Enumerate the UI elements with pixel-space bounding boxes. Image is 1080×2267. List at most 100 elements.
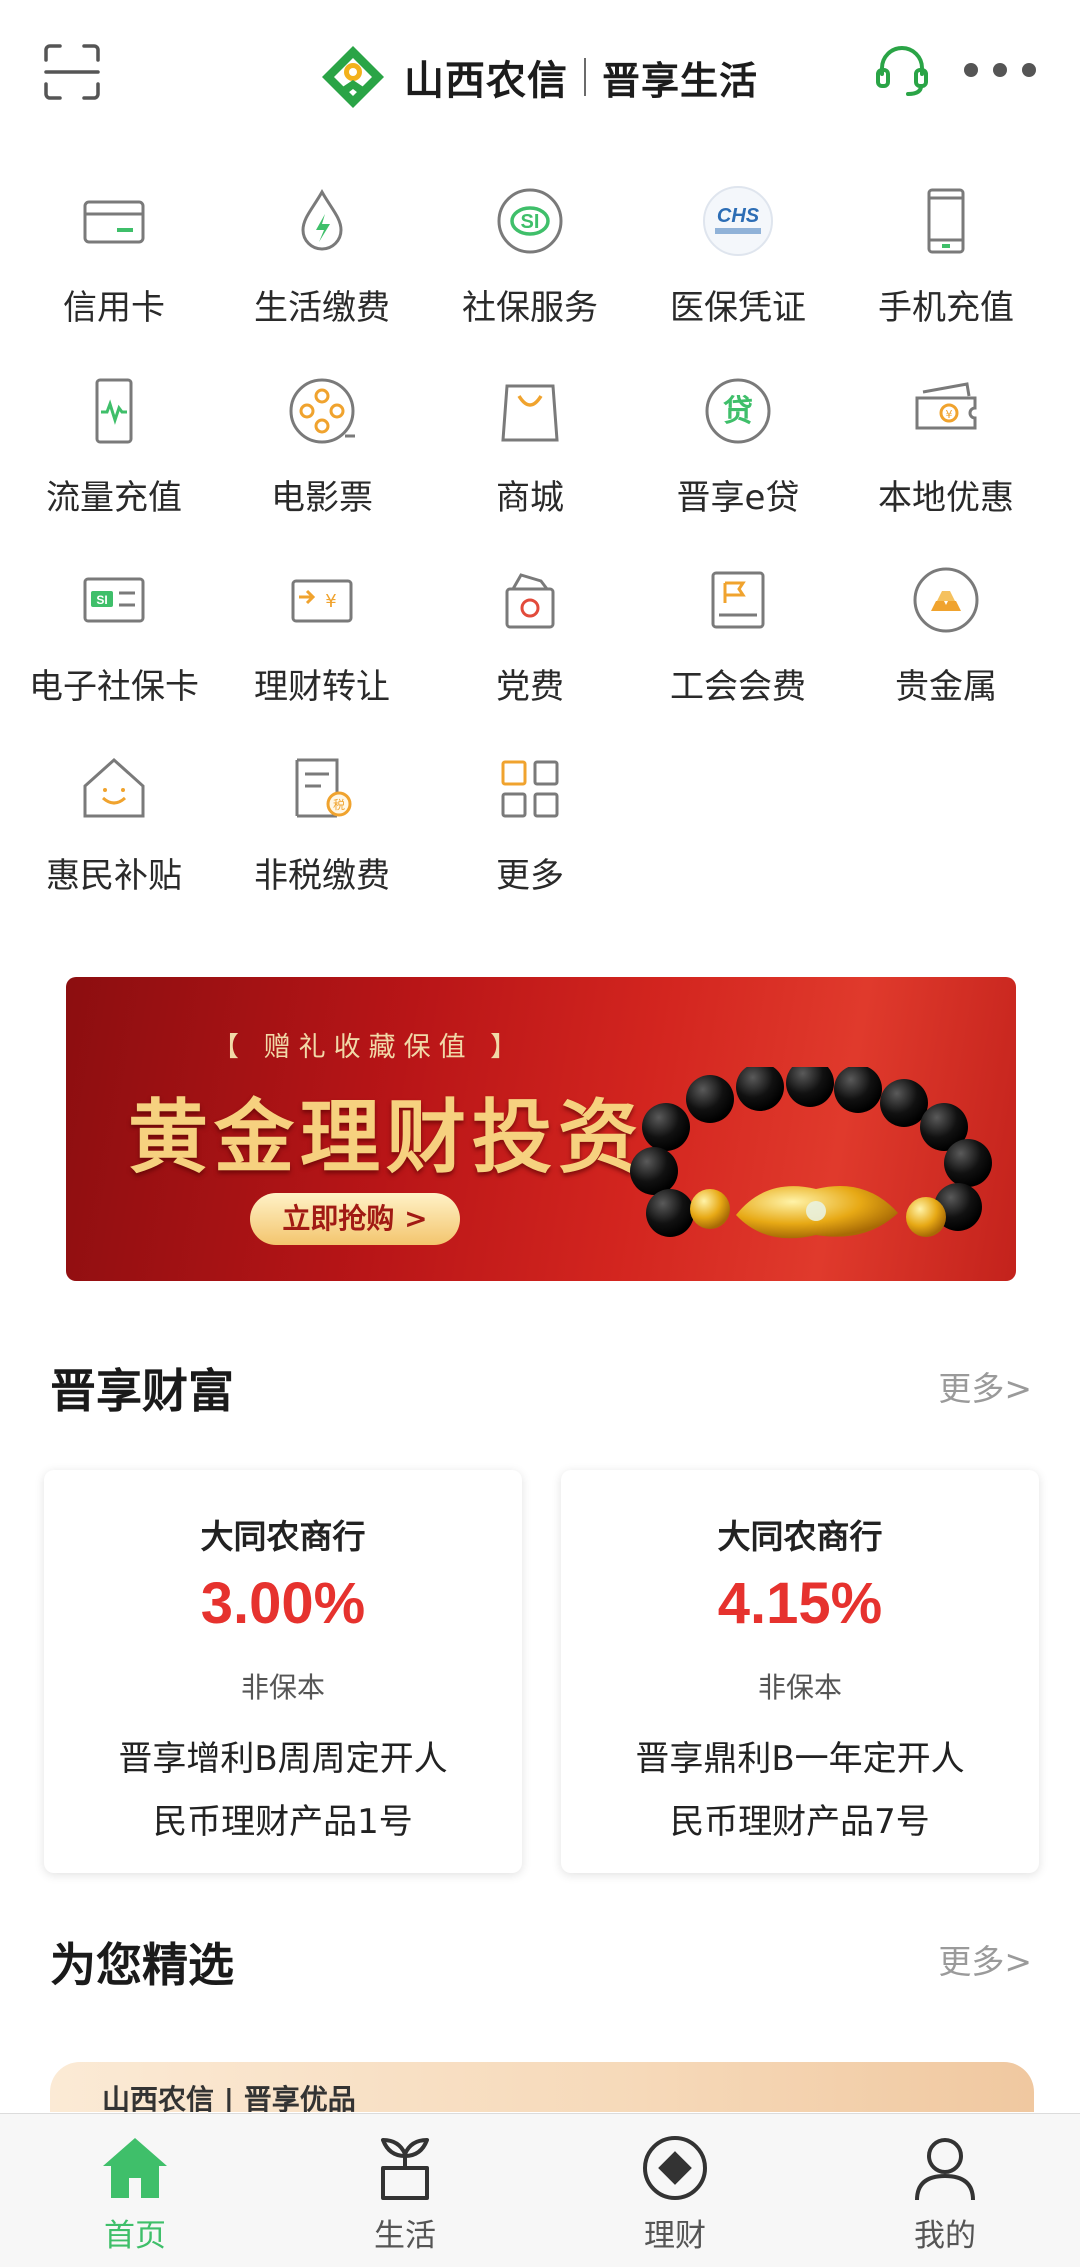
service-label: 晋享e贷	[676, 478, 800, 518]
product-bank: 大同农商行	[717, 1517, 883, 1556]
service-label: 商城	[496, 478, 564, 518]
service-social-security[interactable]: SI 社保服务	[430, 184, 630, 334]
service-label: 非税缴费	[254, 856, 390, 896]
film-reel-icon	[285, 374, 359, 448]
nav-life[interactable]: 生活	[305, 2114, 505, 2267]
promo-card-text: 山西农信 | 晋享优品	[102, 2083, 356, 2112]
product-name-line: 晋享增利B周周定开人	[118, 1739, 448, 1779]
svg-text:税: 税	[333, 798, 345, 812]
nav-label: 生活	[374, 2218, 436, 2254]
banner-title: 黄金理财投资	[128, 1090, 644, 1184]
service-label: 手机充值	[878, 288, 1014, 328]
phone-recharge-icon	[909, 184, 983, 258]
service-non-tax-payment[interactable]: 税 非税缴费	[222, 752, 422, 902]
product-risk-type: 非保本	[757, 1671, 842, 1704]
wealth-circle-icon	[643, 2136, 707, 2200]
more-dots-icon[interactable]	[964, 52, 1036, 88]
svg-text:¥: ¥	[325, 591, 336, 612]
nav-mine[interactable]: 我的	[845, 2114, 1045, 2267]
service-label: 工会会费	[670, 667, 806, 707]
union-fee-icon	[701, 563, 775, 637]
wealth-product-card[interactable]: 大同农商行 4.15% 非保本 晋享鼎利B一年定开人 民币理财产品7号	[561, 1470, 1039, 1873]
user-icon	[915, 2138, 975, 2201]
product-rate: 4.15%	[717, 1571, 883, 1636]
product-name: 晋享增利B周周定开人 民币理财产品1号	[74, 1728, 492, 1854]
service-e-loan[interactable]: 贷 晋享e贷	[638, 374, 838, 524]
service-label: 信用卡	[63, 288, 165, 328]
service-label: 电子社保卡	[29, 667, 199, 707]
service-label: 本地优惠	[878, 478, 1014, 518]
precious-metal-icon	[909, 563, 983, 637]
wealth-section-title: 晋享财富	[50, 1364, 234, 1418]
non-tax-icon: 税	[285, 752, 359, 826]
service-label: 党费	[496, 667, 564, 707]
service-label: 社保服务	[462, 288, 598, 328]
top-bar: 山西农信 晋享生活	[0, 0, 1080, 150]
service-precious-metal[interactable]: 贵金属	[846, 563, 1046, 713]
svg-text:SI: SI	[96, 593, 107, 607]
brand-divider	[584, 58, 586, 96]
service-label: 惠民补贴	[46, 856, 182, 896]
wealth-transfer-icon: ¥	[285, 563, 359, 637]
service-more[interactable]: 更多	[430, 752, 630, 902]
service-wealth-transfer[interactable]: ¥ 理财转让	[222, 563, 422, 713]
shopping-bag-icon	[493, 374, 567, 448]
social-security-icon: SI	[493, 184, 567, 258]
subsidy-house-icon	[77, 752, 151, 826]
product-name-line: 晋享鼎利B一年定开人	[635, 1739, 965, 1779]
nav-wealth[interactable]: 理财	[575, 2114, 775, 2267]
service-subsidy[interactable]: 惠民补贴	[14, 752, 214, 902]
wealth-more-link[interactable]: 更多>	[938, 1362, 1032, 1410]
service-label: 流量充值	[46, 478, 182, 518]
service-e-social-card[interactable]: SI 电子社保卡	[14, 563, 214, 713]
brand-logo-icon	[322, 46, 384, 108]
coupon-icon: ¥	[909, 374, 983, 448]
scan-icon[interactable]	[42, 42, 102, 102]
chs-medical-insurance-icon: CHS	[701, 184, 775, 258]
loan-icon: 贷	[701, 374, 775, 448]
si-card-icon: SI	[77, 563, 151, 637]
svg-text:SI: SI	[521, 211, 540, 233]
service-data-recharge[interactable]: 流量充值	[14, 374, 214, 524]
headset-icon[interactable]	[870, 38, 934, 102]
service-medical-insurance[interactable]: CHS 医保凭证	[638, 184, 838, 334]
nav-home[interactable]: 首页	[35, 2114, 235, 2267]
service-credit-card[interactable]: 信用卡	[14, 184, 214, 334]
service-union-fee[interactable]: 工会会费	[638, 563, 838, 713]
service-label: 更多	[496, 856, 564, 896]
nav-label: 理财	[644, 2218, 706, 2254]
sprout-pot-icon	[381, 2138, 429, 2200]
more-grid-icon	[493, 752, 567, 826]
product-rate: 3.00%	[200, 1571, 366, 1636]
gold-investment-banner[interactable]: 【 赠礼收藏保值 】 黄金理财投资 立即抢购 >	[66, 977, 1016, 1281]
service-mall[interactable]: 商城	[430, 374, 630, 524]
service-phone-recharge[interactable]: 手机充值	[846, 184, 1046, 334]
wealth-product-card[interactable]: 大同农商行 3.00% 非保本 晋享增利B周周定开人 民币理财产品1号	[44, 1470, 522, 1873]
bead-bracelet-image	[630, 1067, 992, 1239]
service-local-deals[interactable]: ¥ 本地优惠	[846, 374, 1046, 524]
brand-name: 山西农信	[404, 58, 568, 104]
service-party-fee[interactable]: 党费	[430, 563, 630, 713]
data-recharge-icon	[77, 374, 151, 448]
service-label: 贵金属	[895, 667, 997, 707]
nav-label: 首页	[104, 2218, 166, 2254]
nav-label: 我的	[914, 2218, 976, 2254]
svg-text:贷: 贷	[723, 394, 753, 429]
service-label: 理财转让	[254, 667, 390, 707]
featured-promo-card[interactable]: 山西农信 | 晋享优品	[50, 2062, 1034, 2112]
featured-more-link[interactable]: 更多>	[938, 1935, 1032, 1983]
brand-subtitle: 晋享生活	[602, 58, 759, 103]
banner-buy-button[interactable]: 立即抢购 >	[250, 1193, 460, 1245]
home-icon	[103, 2138, 167, 2198]
product-name-line: 民币理财产品7号	[670, 1802, 930, 1842]
service-label: 医保凭证	[670, 288, 806, 328]
product-name-line: 民币理财产品1号	[153, 1802, 413, 1842]
service-utility-payment[interactable]: 生活缴费	[222, 184, 422, 334]
service-movie-ticket[interactable]: 电影票	[222, 374, 422, 524]
utility-drop-icon	[285, 184, 359, 258]
svg-text:CHS: CHS	[717, 205, 760, 227]
bottom-navigation: 首页 生活 理财 我的	[0, 2113, 1080, 2267]
brand-header: 山西农信 晋享生活	[316, 40, 758, 114]
credit-card-icon	[77, 184, 151, 258]
service-label: 生活缴费	[254, 288, 390, 328]
